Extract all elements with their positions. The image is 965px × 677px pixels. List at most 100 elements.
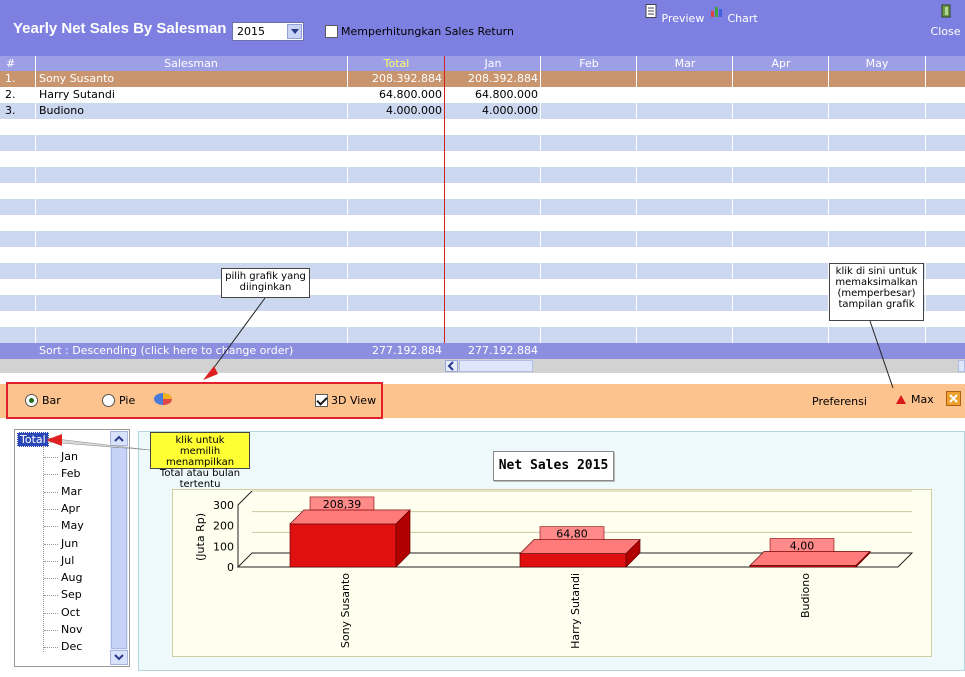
close-button[interactable]: Close [926,2,965,38]
scroll-thumb[interactable] [111,447,127,649]
tree-item-jul[interactable]: Jul [61,554,74,567]
row-jan: 208.392.884 [468,72,538,85]
row-number: 2. [5,88,16,101]
category-label: Sony Susanto [339,573,352,648]
empty-row [0,311,965,327]
data-label: 4,00 [790,540,815,553]
column-divider [925,56,926,345]
row-total: 208.392.884 [372,72,442,85]
row-number: 1. [5,72,16,85]
vertical-scrollbar[interactable] [110,431,128,665]
tree-item-mar[interactable]: Mar [61,485,82,498]
y-axis-label: (Juta Rp) [194,513,207,561]
y-tick-label: 200 [213,520,234,533]
scroll-up-button[interactable] [110,431,128,446]
bar-chart: 300 200 100 0 (Juta Rp) 208,39 Sony Susanto 64,… [194,490,914,649]
bar-top [749,551,871,566]
row-jan: 4.000.000 [482,104,538,117]
row-jan: 64.800.000 [475,88,538,101]
col-feb[interactable]: Feb [541,57,637,70]
col-jan[interactable]: Jan [445,57,541,70]
tree-item-apr[interactable]: Apr [61,502,80,515]
y-tick-label: 0 [227,561,234,574]
tree-connector [44,578,58,580]
tree-item-nov[interactable]: Nov [61,623,82,636]
report-title: Yearly Net Sales By Salesman [13,20,227,37]
bar-front [519,553,627,568]
tree-item-jan[interactable]: Jan [61,450,78,463]
tree-item-feb[interactable]: Feb [61,467,80,480]
scroll-thumb[interactable] [459,360,533,372]
table-row[interactable]: 3. Budiono 4.000.000 4.000.000 [0,103,965,119]
tree-connector [44,560,58,562]
tree-connector [44,595,58,597]
column-divider [347,56,348,345]
tree-connector [43,446,44,652]
tree-item-oct[interactable]: Oct [61,606,80,619]
tree-item-aug[interactable]: Aug [61,571,82,584]
preview-button[interactable]: Preview [644,2,704,25]
tree-item-dec[interactable]: Dec [61,640,82,653]
row-total: 64.800.000 [379,88,442,101]
chevron-down-icon[interactable] [287,24,302,39]
bar-top [289,509,411,525]
scroll-left-button[interactable] [445,360,458,372]
table-row[interactable]: 2. Harry Sutandi 64.800.000 64.800.000 [0,87,965,103]
chevron-up-icon [114,435,124,442]
preferensi-link[interactable]: Preferensi [812,395,867,408]
tree-root-total[interactable]: Total [17,432,49,447]
data-label: 64,80 [556,528,588,541]
highlight-box [6,382,383,419]
preview-label: Preview [661,12,705,25]
empty-row [0,135,965,151]
sales-return-checkbox[interactable]: Memperhitungkan Sales Return [325,25,514,38]
close-label: Close [930,25,961,38]
max-button[interactable]: Max [895,393,934,406]
empty-row [0,183,965,199]
tree-connector [44,508,58,510]
empty-row [0,279,965,295]
bar-front [289,523,397,568]
tree-connector [44,612,58,614]
data-label: 208,39 [323,498,362,511]
col-salesman[interactable]: Salesman [36,57,346,70]
col-number[interactable]: # [6,57,15,70]
col-total[interactable]: Total [348,57,445,70]
chart-icon [711,7,722,17]
year-dropdown[interactable]: 2015 [232,22,304,41]
empty-row [0,167,965,183]
column-divider [540,56,541,345]
row-salesman: Harry Sutandi [39,88,115,101]
col-may[interactable]: May [829,57,925,70]
col-mar[interactable]: Mar [637,57,733,70]
empty-row [0,151,965,167]
scroll-right-button[interactable] [958,360,965,372]
col-apr[interactable]: Apr [733,57,829,70]
scroll-down-button[interactable] [110,650,128,665]
horizontal-scrollbar[interactable] [0,359,965,373]
document-icon [645,4,657,18]
tree-item-may[interactable]: May [61,519,84,532]
footer-jan: 277.192.884 [468,344,538,357]
chart-title: Net Sales 2015 [493,451,614,481]
y-tick-label: 100 [213,540,234,553]
footer-total: 277.192.884 [372,344,442,357]
row-salesman: Sony Susanto [39,72,115,85]
column-divider [732,56,733,345]
tree-connector [44,630,58,631]
tree-item-jun[interactable]: Jun [61,537,78,550]
column-divider [636,56,637,345]
close-chart-button[interactable] [946,391,961,406]
chart-button[interactable]: Chart [710,2,758,25]
checkbox-icon[interactable] [325,25,338,38]
table-row[interactable]: 1. Sony Susanto 208.392.884 208.392.884 [0,71,965,87]
row-total: 4.000.000 [386,104,442,117]
tree-connector [44,491,58,493]
empty-row [0,215,965,231]
category-label: Harry Sutandi [569,573,582,649]
row-salesman: Budiono [39,104,84,117]
sort-order-toggle[interactable]: Sort : Descending (click here to change … [39,344,293,357]
tree-item-sep[interactable]: Sep [61,588,82,601]
tree-connector [44,647,58,649]
callout-grafik: pilih grafik yang diinginkan [221,268,310,298]
